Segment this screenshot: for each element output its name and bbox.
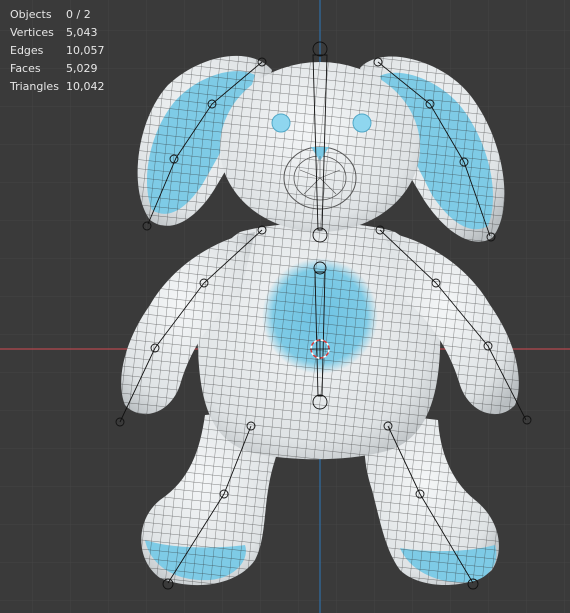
stat-label: Triangles bbox=[10, 80, 59, 93]
stat-row-edges: Edges 10,057 bbox=[10, 42, 126, 60]
3d-viewport[interactable]: Objects 0 / 2 Vertices 5,043 Edges 10,05… bbox=[0, 0, 570, 613]
stat-value: 10,057 bbox=[66, 44, 105, 57]
stat-value: 0 / 2 bbox=[66, 8, 91, 21]
stat-value: 10,042 bbox=[66, 80, 105, 93]
stat-row-faces: Faces 5,029 bbox=[10, 60, 126, 78]
scene-statistics-overlay: Objects 0 / 2 Vertices 5,043 Edges 10,05… bbox=[10, 6, 126, 96]
stat-label: Faces bbox=[10, 62, 41, 75]
stat-row-vertices: Vertices 5,043 bbox=[10, 24, 126, 42]
head bbox=[220, 62, 420, 232]
stat-label: Vertices bbox=[10, 26, 54, 39]
stat-value: 5,029 bbox=[66, 62, 98, 75]
stat-row-objects: Objects 0 / 2 bbox=[10, 6, 126, 24]
stat-label: Edges bbox=[10, 44, 44, 57]
stat-row-triangles: Triangles 10,042 bbox=[10, 78, 126, 96]
stat-value: 5,043 bbox=[66, 26, 98, 39]
stat-label: Objects bbox=[10, 8, 52, 21]
